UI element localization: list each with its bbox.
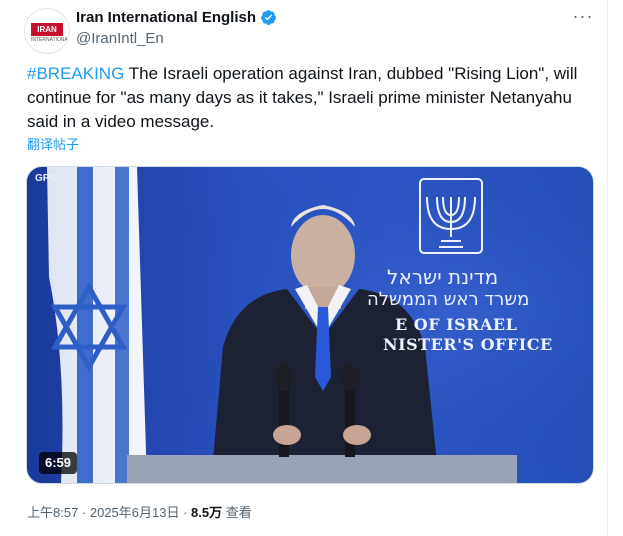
post-timestamp[interactable]: 上午8:57 · 2025年6月13日 · <box>27 505 191 520</box>
views-label: 查看 <box>222 505 252 520</box>
author-name-row: Iran International English <box>76 7 277 27</box>
avatar-logo-mark: IRAN <box>31 23 63 36</box>
avatar[interactable]: IRAN INTERNATIONAL <box>24 8 70 54</box>
author-handle[interactable]: @IranIntl_En <box>76 30 164 47</box>
author-display-name[interactable]: Iran International English <box>76 9 256 26</box>
sign-hebrew-line2: משרד ראש הממשלה <box>367 289 530 310</box>
tweet-text: #BREAKING The Israeli operation against … <box>27 62 592 134</box>
verified-badge-icon <box>261 9 276 25</box>
sign-english-line1: E OF ISRAEL <box>395 315 518 334</box>
sign-english-line2: NISTER'S OFFICE <box>383 335 553 354</box>
views-count: 8.5万 <box>191 505 223 520</box>
video-duration-badge: 6:59 <box>39 452 78 474</box>
hashtag-link[interactable]: #BREAKING <box>27 64 124 83</box>
tweet-card: IRAN INTERNATIONAL Iran International En… <box>0 0 608 536</box>
avatar-logo-subtext: INTERNATIONAL <box>31 37 70 43</box>
post-metadata: 上午8:57 · 2025年6月13日 · 8.5万 查看 <box>27 502 252 521</box>
sign-hebrew-line1: מדינת ישראל <box>387 265 499 289</box>
video-player[interactable]: GPO מדינת ישראל משרד ראש הממשלה E OF ISR… <box>26 166 594 484</box>
translate-post-link[interactable]: 翻译帖子 <box>27 134 79 153</box>
gpo-watermark: GPO <box>35 173 58 184</box>
more-options-icon[interactable]: ··· <box>572 7 594 28</box>
